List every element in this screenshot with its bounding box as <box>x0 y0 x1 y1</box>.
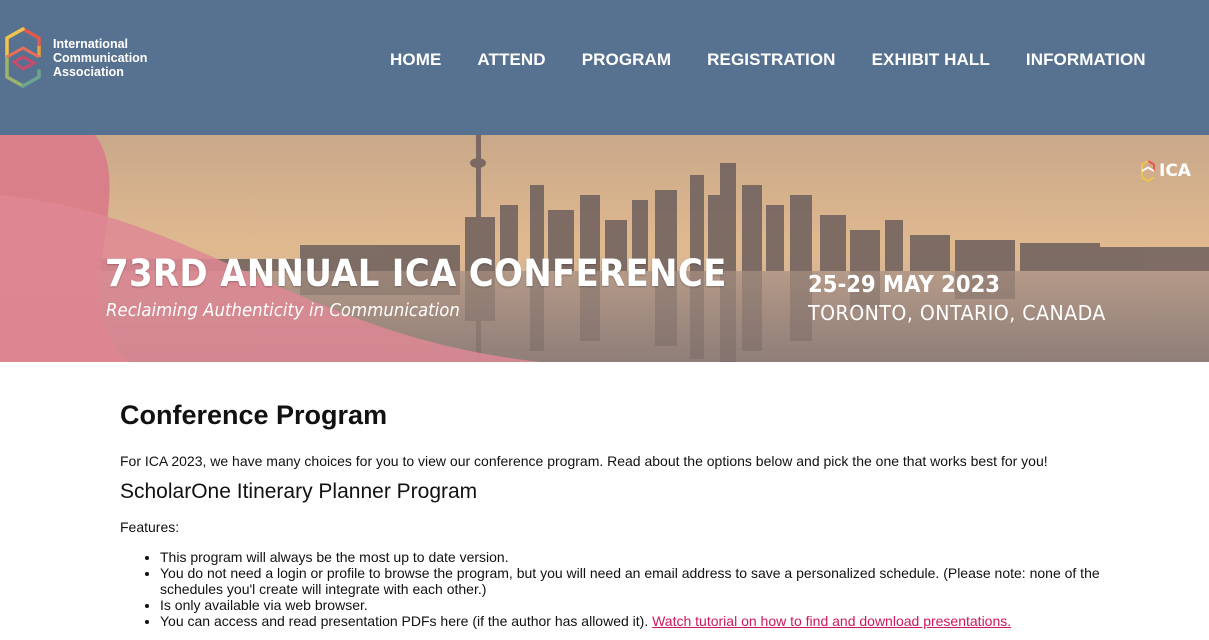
logo-line: Communication <box>53 51 148 65</box>
features-label: Features: <box>120 519 180 535</box>
banner-location: TORONTO, ONTARIO, CANADA <box>808 301 1106 325</box>
list-item: You can access and read presentation PDF… <box>160 613 1100 629</box>
banner-ica-text: ICA <box>1159 161 1191 181</box>
section-title: ScholarOne Itinerary Planner Program <box>120 480 478 503</box>
features-list: This program will always be the most up … <box>120 549 1100 629</box>
nav-home[interactable]: HOME <box>372 50 459 70</box>
list-item: This program will always be the most up … <box>160 549 1100 565</box>
main-content: Conference Program For ICA 2023, we have… <box>0 362 1100 629</box>
banner-ica-badge: ICA <box>1141 160 1191 182</box>
ica-small-hexagon-icon <box>1141 160 1155 182</box>
tutorial-link[interactable]: Watch tutorial on how to find and downlo… <box>652 613 1011 629</box>
list-item: You do not need a login or profile to br… <box>160 565 1100 597</box>
logo-line: International <box>53 37 129 51</box>
logo-text: International Communication Association <box>53 37 147 79</box>
banner-title: 73RD ANNUAL ICA CONFERENCE <box>105 252 727 295</box>
nav-attend[interactable]: ATTEND <box>459 50 563 70</box>
ica-logo[interactable]: International Communication Association <box>4 27 147 89</box>
nav-program[interactable]: PROGRAM <box>564 50 689 70</box>
toronto-skyline-image <box>0 135 1209 362</box>
ica-hexagon-icon <box>5 27 41 88</box>
site-header: International Communication Association … <box>0 0 1209 135</box>
nav-information[interactable]: INFORMATION <box>1008 50 1164 70</box>
nav-exhibit-hall[interactable]: EXHIBIT HALL <box>854 50 1008 70</box>
intro-text: For ICA 2023, we have many choices for y… <box>120 453 1048 469</box>
feature-text: You can access and read presentation PDF… <box>160 613 653 629</box>
banner-dates: 25-29 MAY 2023 <box>808 272 1001 298</box>
nav-registration[interactable]: REGISTRATION <box>689 50 853 70</box>
page-title: Conference Program <box>120 400 388 430</box>
list-item: Is only available via web browser. <box>160 597 1100 613</box>
main-nav: HOME ATTEND PROGRAM REGISTRATION EXHIBIT… <box>372 50 1164 70</box>
banner-subtitle: Reclaiming Authenticity in Communication <box>106 300 460 321</box>
conference-banner: 73RD ANNUAL ICA CONFERENCE Reclaiming Au… <box>0 135 1209 362</box>
logo-line: Association <box>53 65 124 79</box>
